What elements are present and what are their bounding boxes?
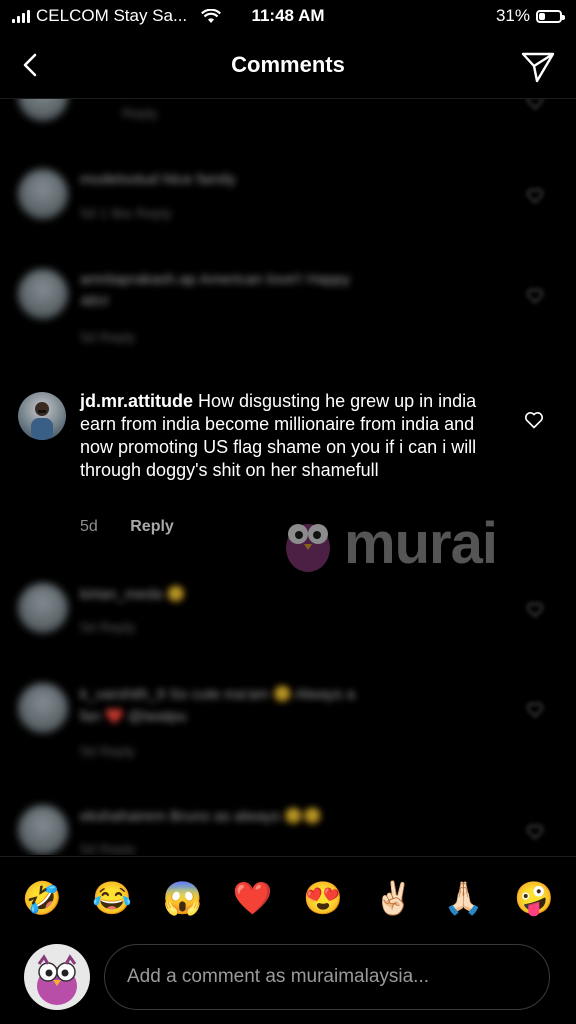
avatar[interactable] <box>18 269 68 319</box>
heart-icon[interactable] <box>526 99 544 111</box>
avatar[interactable] <box>18 169 68 219</box>
emoji-victory[interactable]: ✌🏻 <box>373 882 413 914</box>
comment-meta: 5d Reply <box>80 518 202 536</box>
person-icon <box>31 402 53 440</box>
clock: 11:48 AM <box>251 6 325 25</box>
commenter-avatar[interactable] <box>18 392 66 440</box>
emoji-quick-bar: 🤣 😂 😱 ❤️ 😍 ✌🏻 🙏🏻 🤪 <box>0 856 576 938</box>
comment-text: modelootud Nice family <box>80 171 236 188</box>
reply-link[interactable]: Reply <box>122 105 158 121</box>
status-bar: CELCOM Stay Sa... 11:48 AM 31% <box>0 0 576 34</box>
comment-text: ekshahairem Bruno as always 😊😊 <box>80 808 322 825</box>
comment-age: 5d <box>80 518 98 535</box>
emoji-rofl[interactable]: 🤣 <box>22 882 62 914</box>
heart-icon[interactable] <box>526 823 544 841</box>
reply-button[interactable]: Reply <box>130 518 174 535</box>
comment-text: k_varshith_9 So cute ma'am 😊 Always a <box>80 686 355 703</box>
comment-meta[interactable]: 5d Reply <box>80 743 135 759</box>
heart-icon[interactable] <box>526 187 544 205</box>
battery-percent: 31% <box>495 6 530 25</box>
comment-text: amritaprakash.ap American love!! Happy <box>80 271 351 288</box>
comment-meta[interactable]: 5d 1 like Reply <box>80 205 172 221</box>
owl-logo-icon <box>286 524 330 572</box>
comment-meta[interactable]: 5d Reply <box>80 619 135 635</box>
comment-input-wrapper <box>104 944 550 1010</box>
comments-header: Comments <box>0 34 576 99</box>
emoji-scream[interactable]: 😱 <box>163 882 203 914</box>
battery-group: 31% <box>495 6 565 26</box>
watermark: murai <box>280 508 540 580</box>
emoji-pray[interactable]: 🙏🏻 <box>444 882 484 914</box>
comment-text-line2: 4th!! <box>80 293 110 310</box>
heart-icon[interactable] <box>526 701 544 719</box>
comment-composer <box>0 938 576 1024</box>
emoji-heart[interactable]: ❤️ <box>233 882 273 914</box>
page-title: Comments <box>231 52 345 77</box>
comment-meta[interactable]: 5d Reply <box>80 329 135 345</box>
battery-fill <box>539 12 545 20</box>
comment-meta[interactable]: 5d Reply <box>80 841 135 855</box>
watermark-text: murai <box>344 511 498 576</box>
comment-text: kirtan_meda 😊 <box>80 586 186 603</box>
emoji-joy[interactable]: 😂 <box>92 882 132 914</box>
like-heart-icon[interactable] <box>524 410 544 430</box>
comment-input[interactable] <box>125 965 529 989</box>
avatar[interactable] <box>18 583 68 633</box>
comment-username[interactable]: jd.mr.attitude <box>80 391 193 411</box>
direct-message-icon[interactable] <box>518 46 558 86</box>
comment-text-line2: fan ❤️ @iwatpu <box>80 708 187 725</box>
heart-icon[interactable] <box>526 601 544 619</box>
emoji-zany[interactable]: 🤪 <box>514 882 554 914</box>
avatar[interactable] <box>18 805 68 855</box>
battery-icon <box>536 9 565 23</box>
avatar[interactable] <box>18 99 68 121</box>
heart-icon[interactable] <box>526 287 544 305</box>
owl-avatar-icon <box>37 954 77 1005</box>
emoji-heart-eyes[interactable]: 😍 <box>303 882 343 914</box>
avatar[interactable] <box>18 683 68 733</box>
focused-comment: jd.mr.attitude How disgusting he grew up… <box>80 390 500 482</box>
my-avatar[interactable] <box>24 944 90 1010</box>
